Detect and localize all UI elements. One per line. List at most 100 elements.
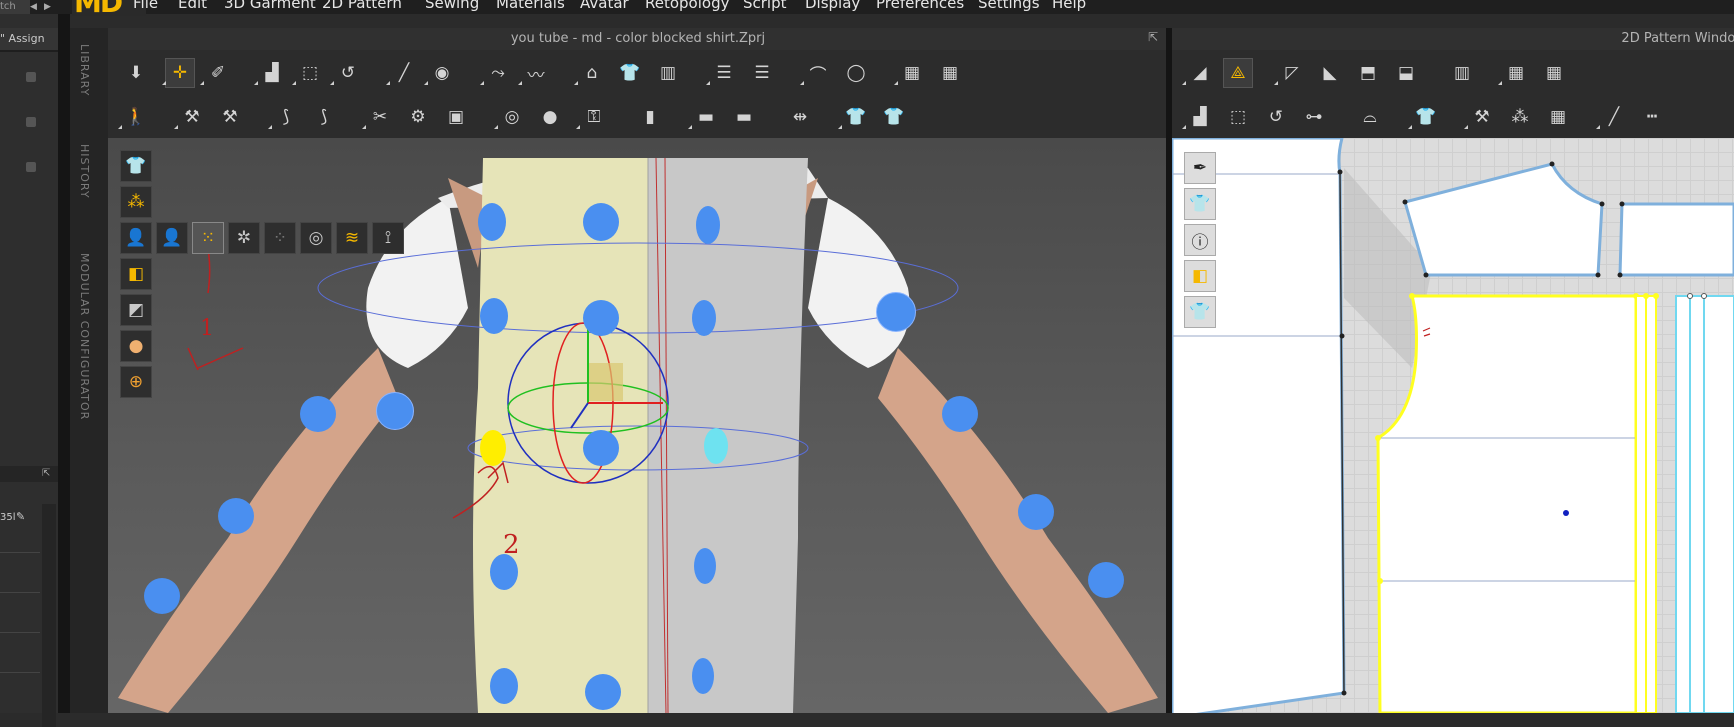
arrangement-point[interactable]	[583, 430, 619, 466]
grid-icon[interactable]: ▦	[894, 59, 926, 87]
menu-2d-pattern[interactable]: 2D Pattern	[322, 0, 402, 12]
shirt-sm-icon[interactable]: ▮	[636, 103, 664, 131]
menu-preferences[interactable]: Preferences	[876, 0, 964, 12]
line-icon[interactable]: ┅	[1638, 103, 1666, 131]
transform-cross-icon[interactable]: ✛	[162, 58, 195, 88]
menu-retopology[interactable]: Retopology	[645, 0, 729, 12]
menu-3d-garment[interactable]: 3D Garment	[224, 0, 316, 12]
arrangement-point[interactable]	[1088, 562, 1124, 598]
arrangement-point[interactable]	[144, 578, 180, 614]
menu-settings[interactable]: Settings	[978, 0, 1040, 12]
curve-pen-icon[interactable]: ⬚	[1224, 103, 1252, 131]
arrangement-bone-icon[interactable]: ✲	[228, 222, 260, 254]
menu-avatar[interactable]: Avatar	[580, 0, 629, 12]
walk-avatar-icon[interactable]: 🚶	[118, 103, 150, 131]
shirt-alt-icon[interactable]: ▦	[1544, 103, 1572, 131]
free-sew-icon[interactable]: 〰	[518, 59, 550, 87]
avatar-ring-icon[interactable]: ◎	[300, 222, 332, 254]
measure-tape-icon[interactable]: ⌒	[800, 59, 832, 87]
skin-avatar-icon[interactable]: ●	[120, 330, 152, 362]
menu-materials[interactable]: Materials	[496, 0, 565, 12]
texture-icon[interactable]: ◧	[1184, 260, 1216, 292]
shirt-sm-icon[interactable]: 👕	[838, 103, 870, 131]
tack-alt-icon[interactable]: ⚒	[216, 103, 244, 131]
measure-ring-icon[interactable]: ◯	[842, 59, 870, 87]
fold-arrange-icon[interactable]: ⌂	[574, 59, 606, 87]
strengthen-sm-icon[interactable]: ☰	[748, 59, 776, 87]
tab-history[interactable]: HISTORY	[78, 144, 91, 199]
transform-icon[interactable]: ◢	[1182, 59, 1214, 87]
avatar-view-icon[interactable]: 👤	[120, 222, 152, 254]
arrangement-point[interactable]	[478, 203, 506, 241]
lock-icon[interactable]	[26, 162, 36, 172]
globe-grid-icon[interactable]: ⊕	[120, 366, 152, 398]
lock-icon[interactable]	[26, 117, 36, 127]
pattern-canvas-2d[interactable]: ✒ 👕 ⓘ ◧ 👕	[1172, 138, 1734, 713]
menu-file[interactable]: File	[133, 0, 158, 12]
texture-view-icon[interactable]: ◧	[120, 258, 152, 290]
shadow-view-icon[interactable]: ◩	[120, 294, 152, 326]
arrangement-point[interactable]	[480, 298, 508, 334]
arrangement-points-icon[interactable]: ⁂	[120, 186, 152, 218]
popout-icon[interactable]: ⇱	[1148, 30, 1158, 44]
dotted-pattern-icon[interactable]: ⬚	[292, 59, 324, 87]
sew-icon[interactable]: ⁂	[1506, 103, 1534, 131]
search-field[interactable]: tch	[0, 0, 30, 14]
arrangement-point-highlighted[interactable]	[704, 428, 728, 464]
shirt-icon[interactable]: 👕	[1408, 103, 1440, 131]
property-scrollbar[interactable]	[42, 504, 56, 727]
pen-select-icon[interactable]: ✐	[200, 59, 232, 87]
arrangement-point[interactable]	[218, 498, 254, 534]
arrangement-point[interactable]	[585, 674, 621, 710]
arrangement-point[interactable]	[692, 300, 716, 336]
arrangement-point[interactable]	[876, 292, 916, 332]
tab-library[interactable]: LIBRARY	[78, 44, 91, 96]
edit-point-icon[interactable]: ⟁	[1223, 58, 1253, 88]
pattern-shape-icon[interactable]: ◣	[1316, 59, 1344, 87]
lock-icon[interactable]	[26, 72, 36, 82]
arrangement-point[interactable]	[692, 658, 714, 694]
info-icon[interactable]: ⓘ	[1184, 224, 1216, 256]
avatar-layers-icon[interactable]: ≋	[336, 222, 368, 254]
grid-dense-icon[interactable]: ▦	[1540, 59, 1568, 87]
arrangement-point[interactable]	[1018, 494, 1054, 530]
pattern-pen-icon[interactable]: ▟	[1182, 103, 1214, 131]
grid-mesh-icon[interactable]: ▦	[936, 59, 964, 87]
tack-icon[interactable]: ⚒	[174, 103, 206, 131]
shirt-layer-icon[interactable]: ▥	[654, 59, 682, 87]
curve-pattern-icon[interactable]: ↺	[330, 59, 362, 87]
hook-curve-icon[interactable]: ↺	[1262, 103, 1290, 131]
arrangement-point[interactable]	[583, 203, 619, 241]
tack-icon[interactable]: ⚒	[1464, 103, 1496, 131]
nav-left-icon[interactable]: ◀	[30, 2, 37, 12]
arrangement-point[interactable]	[490, 668, 518, 704]
panel-divider[interactable]	[58, 14, 70, 713]
menu-help[interactable]: Help	[1052, 0, 1086, 12]
strengthen-icon[interactable]: ☰	[706, 59, 738, 87]
arrange-point-icon[interactable]: ⟆	[310, 103, 338, 131]
measure-icon[interactable]: ╱	[1596, 103, 1628, 131]
pull-arrows-icon[interactable]: ⇹	[786, 103, 814, 131]
pin-tool-icon[interactable]: ◉	[424, 59, 456, 87]
menu-edit[interactable]: Edit	[178, 0, 207, 12]
avatar-display-icon[interactable]: 👤	[156, 222, 188, 254]
menu-sewing[interactable]: Sewing	[425, 0, 479, 12]
arrangement-point[interactable]	[300, 396, 336, 432]
line-tool-icon[interactable]: ╱	[386, 59, 418, 87]
arrangement-dots-icon[interactable]: ⁘	[264, 222, 296, 254]
iron-icon[interactable]: ●	[536, 103, 564, 131]
shirt-visibility-icon[interactable]: 👕	[1184, 188, 1216, 220]
button-icon[interactable]: ✂	[362, 103, 394, 131]
edit-pencil-icon[interactable]: ✎	[16, 510, 25, 523]
pull-icon[interactable]: ◎	[494, 103, 526, 131]
zipper-icon[interactable]: ▣	[442, 103, 470, 131]
arrangement-point[interactable]	[942, 396, 978, 432]
arrangement-point-view-icon[interactable]: ⁙	[192, 222, 224, 254]
arrangement-point[interactable]	[694, 548, 716, 584]
strip-icon[interactable]: ▥	[1448, 59, 1476, 87]
shirt-icon[interactable]: 👕	[616, 59, 644, 87]
rectangle-pattern-icon[interactable]: ▟	[254, 59, 286, 87]
avatar-pose-icon[interactable]: ⟟	[372, 222, 404, 254]
grid-icon[interactable]: ▦	[1498, 59, 1530, 87]
segment-sew-icon[interactable]: ⤳	[480, 59, 512, 87]
